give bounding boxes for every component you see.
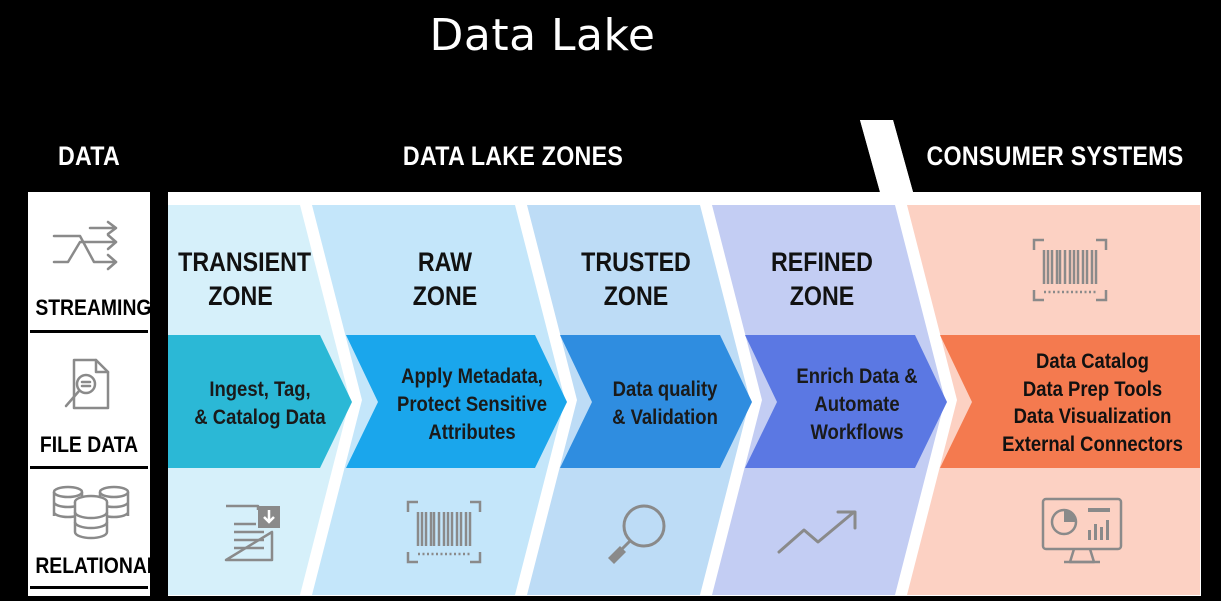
document-search-icon <box>64 358 110 410</box>
zone-desc-raw: Apply Metadata, Protect Sensitive Attrib… <box>397 365 547 444</box>
barcode-icon <box>406 500 482 564</box>
source-label-streaming: STREAMING <box>35 295 152 320</box>
consumer-item: Data Catalog <box>1036 350 1149 373</box>
database-icon <box>52 485 130 540</box>
monitor-chart-icon <box>1041 497 1123 564</box>
source-divider <box>30 466 148 469</box>
source-divider <box>30 330 148 333</box>
source-label-relational: RELATIONAL <box>35 553 159 578</box>
zone-title-raw: RAW ZONE <box>412 247 478 311</box>
source-label-file-data: FILE DATA <box>39 432 139 457</box>
document-download-icon <box>224 504 280 562</box>
magnifier-icon <box>608 504 666 564</box>
consumer-systems-header: CONSUMER SYSTEMS <box>926 140 1184 171</box>
source-divider <box>30 586 148 589</box>
consumer-item: External Connectors <box>1002 432 1183 456</box>
zone-title-trusted: TRUSTED ZONE <box>581 247 691 311</box>
data-lake-zones-header: DATA LAKE ZONES <box>402 140 624 171</box>
streaming-arrows-icon <box>52 220 118 271</box>
consumer-item: Data Visualization <box>1013 405 1172 428</box>
zone-desc-transient: Ingest, Tag, & Catalog Data <box>194 378 326 429</box>
data-header: DATA <box>57 140 121 171</box>
zone-desc-trusted: Data quality & Validation <box>612 378 718 429</box>
zone-desc-refined: Enrich Data & Automate Workflows <box>796 365 918 444</box>
trend-up-icon <box>777 510 857 554</box>
consumer-item: Data Prep Tools <box>1022 377 1163 401</box>
consumer-barcode-icon <box>1032 238 1108 302</box>
zone-title-transient: TRANSIENT ZONE <box>178 247 312 311</box>
consumer-systems-list: Data Catalog Data Prep Tools Data Visual… <box>989 348 1196 458</box>
zone-title-refined: REFINED ZONE <box>771 247 873 311</box>
